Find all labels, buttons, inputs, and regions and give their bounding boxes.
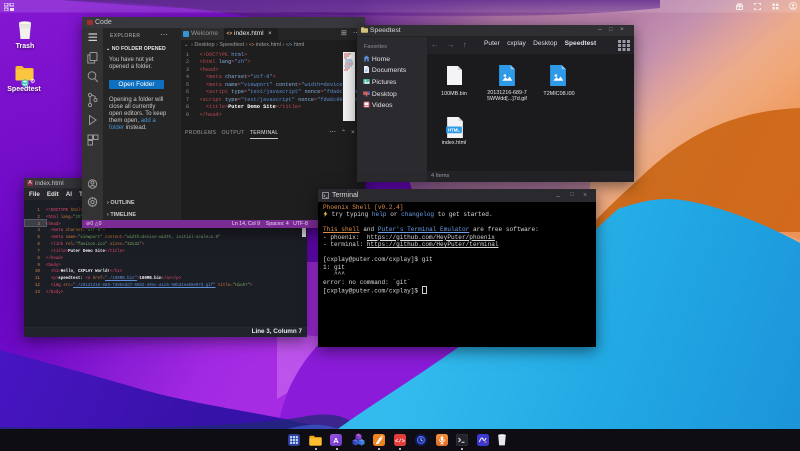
svg-text:</>: </> (395, 437, 406, 444)
svg-text:A: A (333, 436, 339, 445)
svg-text:HTML: HTML (448, 127, 460, 132)
